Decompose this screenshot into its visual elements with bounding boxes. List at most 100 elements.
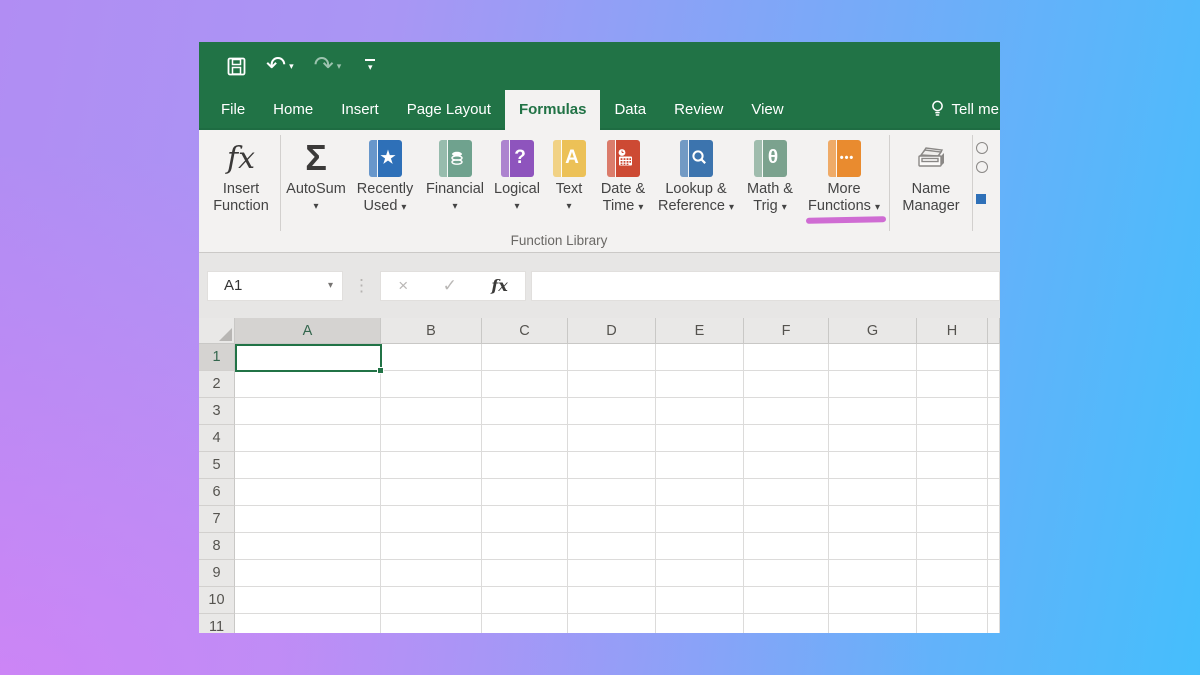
cell-C6[interactable] (482, 479, 568, 506)
cell-H4[interactable] (917, 425, 988, 452)
cell-F8[interactable] (744, 533, 829, 560)
cell-D2[interactable] (568, 371, 656, 398)
tab-file[interactable]: File (207, 90, 259, 128)
column-header-D[interactable]: D (568, 318, 656, 344)
cell-C10[interactable] (482, 587, 568, 614)
tab-review[interactable]: Review (660, 90, 737, 128)
cell-D1[interactable] (568, 344, 656, 371)
column-header-B[interactable]: B (381, 318, 482, 344)
cell-D6[interactable] (568, 479, 656, 506)
cell-C8[interactable] (482, 533, 568, 560)
cell-G2[interactable] (829, 371, 917, 398)
row-header-9[interactable]: 9 (199, 560, 235, 587)
cell-E7[interactable] (656, 506, 744, 533)
cell-F6[interactable] (744, 479, 829, 506)
cell-B5[interactable] (381, 452, 482, 479)
cell-F2[interactable] (744, 371, 829, 398)
cell-F3[interactable] (744, 398, 829, 425)
cell-E9[interactable] (656, 560, 744, 587)
tab-formulas[interactable]: Formulas (505, 90, 601, 128)
date-time-button[interactable]: Date & Time ▾ (592, 130, 654, 216)
insert-function-fx-icon[interactable]: fx (491, 276, 507, 295)
row-header-2[interactable]: 2 (199, 371, 235, 398)
cell-F11[interactable] (744, 614, 829, 633)
cell-B10[interactable] (381, 587, 482, 614)
enter-icon[interactable]: ✓ (443, 276, 457, 296)
cell-A3[interactable] (235, 398, 381, 425)
cell-D7[interactable] (568, 506, 656, 533)
tab-home[interactable]: Home (259, 90, 327, 128)
row-header-3[interactable]: 3 (199, 398, 235, 425)
cell-C3[interactable] (482, 398, 568, 425)
row-header-10[interactable]: 10 (199, 587, 235, 614)
column-header-G[interactable]: G (829, 318, 917, 344)
column-header-H[interactable]: H (917, 318, 988, 344)
row-header-4[interactable]: 4 (199, 425, 235, 452)
cell-H7[interactable] (917, 506, 988, 533)
cell-B7[interactable] (381, 506, 482, 533)
cell-F4[interactable] (744, 425, 829, 452)
cell-G4[interactable] (829, 425, 917, 452)
cell-E6[interactable] (656, 479, 744, 506)
cell-D11[interactable] (568, 614, 656, 633)
cell-F10[interactable] (744, 587, 829, 614)
cell-C2[interactable] (482, 371, 568, 398)
cell-F1[interactable] (744, 344, 829, 371)
cell-E4[interactable] (656, 425, 744, 452)
cell-E3[interactable] (656, 398, 744, 425)
cell-D8[interactable] (568, 533, 656, 560)
cell-G6[interactable] (829, 479, 917, 506)
cell-H1[interactable] (917, 344, 988, 371)
cell-H10[interactable] (917, 587, 988, 614)
cell-D5[interactable] (568, 452, 656, 479)
cell-E11[interactable] (656, 614, 744, 633)
dropdown-arrow-icon[interactable]: ▾ (328, 280, 333, 291)
cell-E2[interactable] (656, 371, 744, 398)
cell-D10[interactable] (568, 587, 656, 614)
cell-D3[interactable] (568, 398, 656, 425)
tab-insert[interactable]: Insert (327, 90, 393, 128)
cell-A11[interactable] (235, 614, 381, 633)
cell-A6[interactable] (235, 479, 381, 506)
cell-G9[interactable] (829, 560, 917, 587)
math-trig-button[interactable]: θ Math & Trig ▾ (738, 130, 802, 216)
cell-A5[interactable] (235, 452, 381, 479)
name-box[interactable]: A1 ▾ (207, 271, 343, 301)
lookup-reference-button[interactable]: Lookup & Reference ▾ (654, 130, 738, 216)
cell-E1[interactable] (656, 344, 744, 371)
cell-B1[interactable] (381, 344, 482, 371)
cell-A4[interactable] (235, 425, 381, 452)
cell-C4[interactable] (482, 425, 568, 452)
cell-H6[interactable] (917, 479, 988, 506)
cell-G3[interactable] (829, 398, 917, 425)
cell-A8[interactable] (235, 533, 381, 560)
undo-button[interactable]: ↶ ▾ (266, 56, 294, 76)
cell-H11[interactable] (917, 614, 988, 633)
logical-button[interactable]: ? Logical ▾ (488, 130, 546, 215)
cell-B4[interactable] (381, 425, 482, 452)
row-header-1[interactable]: 1 (199, 344, 235, 371)
formula-bar-resize-handle[interactable]: ⋮ (353, 276, 370, 296)
cell-H8[interactable] (917, 533, 988, 560)
tell-me-button[interactable]: Tell me (931, 90, 1000, 128)
cell-G1[interactable] (829, 344, 917, 371)
more-functions-button[interactable]: ••• More Functions ▾ (802, 130, 886, 216)
formula-input[interactable] (531, 271, 1000, 301)
cell-C7[interactable] (482, 506, 568, 533)
cell-G10[interactable] (829, 587, 917, 614)
cell-B11[interactable] (381, 614, 482, 633)
recently-used-button[interactable]: ★ Recently Used ▾ (348, 130, 422, 216)
column-header-F[interactable]: F (744, 318, 829, 344)
cancel-icon[interactable]: × (398, 276, 408, 296)
cell-H9[interactable] (917, 560, 988, 587)
cell-G11[interactable] (829, 614, 917, 633)
tab-page-layout[interactable]: Page Layout (393, 90, 505, 128)
cell-C1[interactable] (482, 344, 568, 371)
cell-F7[interactable] (744, 506, 829, 533)
cell-B6[interactable] (381, 479, 482, 506)
cell-G8[interactable] (829, 533, 917, 560)
row-header-11[interactable]: 11 (199, 614, 235, 633)
name-manager-button[interactable]: Name Manager (893, 130, 969, 215)
cell-A9[interactable] (235, 560, 381, 587)
cell-F5[interactable] (744, 452, 829, 479)
